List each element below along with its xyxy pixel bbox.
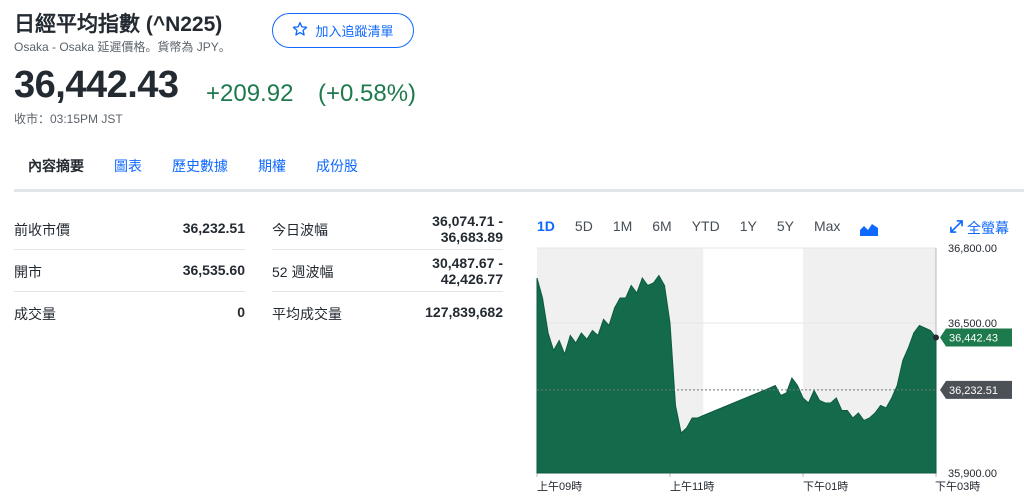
quote-tabs: 內容摘要 圖表 歷史數據 期權 成份股 (14, 150, 373, 192)
add-to-watchlist-label: 加入追蹤清單 (315, 24, 394, 39)
range-selector: 1D 5D 1M 6M YTD 1Y 5Y Max (537, 218, 860, 234)
stat-row-volume: 成交量 0 (14, 292, 245, 334)
stat-value: 36,535.60 (182, 262, 245, 278)
stat-value-line1: 36,074.71 - (432, 213, 503, 229)
x-tick-label: 下午01時 (803, 480, 848, 493)
last-price-dot (933, 334, 939, 341)
range-6m[interactable]: 6M (652, 218, 671, 234)
stat-row-52-week-range: 52 週波幅 30,487.67 - 42,426.77 (272, 250, 503, 292)
x-tick-label: 上午11時 (670, 480, 714, 493)
stat-row-day-range: 今日波幅 36,074.71 - 36,683.89 (272, 208, 503, 250)
stat-label: 平均成交量 (272, 306, 342, 322)
range-1d[interactable]: 1D (537, 218, 555, 234)
expand-icon (950, 220, 963, 236)
x-tick-label: 上午09時 (537, 480, 582, 493)
stat-row-previous-close: 前收市價 36,232.51 (14, 208, 245, 250)
page-title: 日經平均指數 (^N225) (14, 13, 223, 36)
x-tick-label: 下午03時 (935, 480, 980, 493)
tab-chart[interactable]: 圖表 (99, 150, 157, 192)
previous-close-tag (940, 380, 1012, 399)
stat-value: 30,487.67 - 42,426.77 (432, 255, 503, 287)
stat-row-open: 開市 36,535.60 (14, 250, 245, 292)
session-shade (537, 248, 704, 473)
stat-value: 0 (237, 304, 245, 320)
stat-row-avg-volume: 平均成交量 127,839,682 (272, 292, 503, 334)
range-1m[interactable]: 1M (613, 218, 632, 234)
area-chart-icon[interactable] (860, 222, 878, 236)
add-to-watchlist-button[interactable]: 加入追蹤清單 (272, 13, 414, 48)
y-tick-label: 36,800.00 (948, 243, 997, 255)
last-price-tag (940, 328, 1012, 347)
tab-components[interactable]: 成份股 (301, 150, 373, 192)
price-change: +209.92 (206, 80, 294, 107)
price-area (536, 274, 937, 474)
fullscreen-label: 全螢幕 (967, 220, 1009, 236)
stat-value-line1: 30,487.67 - (432, 255, 503, 271)
session-shade (803, 248, 936, 473)
range-5y[interactable]: 5Y (777, 218, 794, 234)
stat-label: 成交量 (14, 306, 56, 322)
range-max[interactable]: Max (814, 218, 840, 234)
previous-close-label: 36,232.51 (949, 385, 998, 397)
fullscreen-button[interactable]: 全螢幕 (950, 218, 1009, 238)
star-icon (292, 21, 308, 40)
stat-value-line2: 36,683.89 (440, 229, 503, 245)
price-change-percent: (+0.58%) (318, 80, 417, 107)
y-tick-label: 35,900.00 (948, 468, 997, 480)
page-subtitle: Osaka - Osaka 延遲價格。貨幣為 JPY。 (14, 40, 231, 54)
range-1y[interactable]: 1Y (740, 218, 757, 234)
tab-historical-data[interactable]: 歷史數據 (157, 150, 243, 192)
range-5d[interactable]: 5D (575, 218, 593, 234)
current-price: 36,442.43 (14, 64, 179, 106)
stat-label: 前收市價 (14, 222, 70, 238)
tab-options[interactable]: 期權 (243, 150, 301, 192)
tab-summary[interactable]: 內容摘要 (14, 150, 99, 192)
stat-value: 36,074.71 - 36,683.89 (432, 213, 503, 245)
last-price-label: 36,442.43 (949, 333, 998, 345)
stat-label: 52 週波幅 (272, 264, 334, 280)
stat-value: 36,232.51 (182, 220, 245, 236)
close-time: 收市：03:15PM JST (14, 112, 123, 126)
stat-value: 127,839,682 (425, 304, 503, 320)
y-tick-label: 36,500.00 (948, 318, 997, 330)
stat-label: 今日波幅 (272, 222, 328, 238)
range-ytd[interactable]: YTD (692, 218, 720, 234)
tabs-divider (14, 189, 1024, 192)
stat-value-line2: 42,426.77 (440, 271, 503, 287)
stat-label: 開市 (14, 264, 42, 280)
